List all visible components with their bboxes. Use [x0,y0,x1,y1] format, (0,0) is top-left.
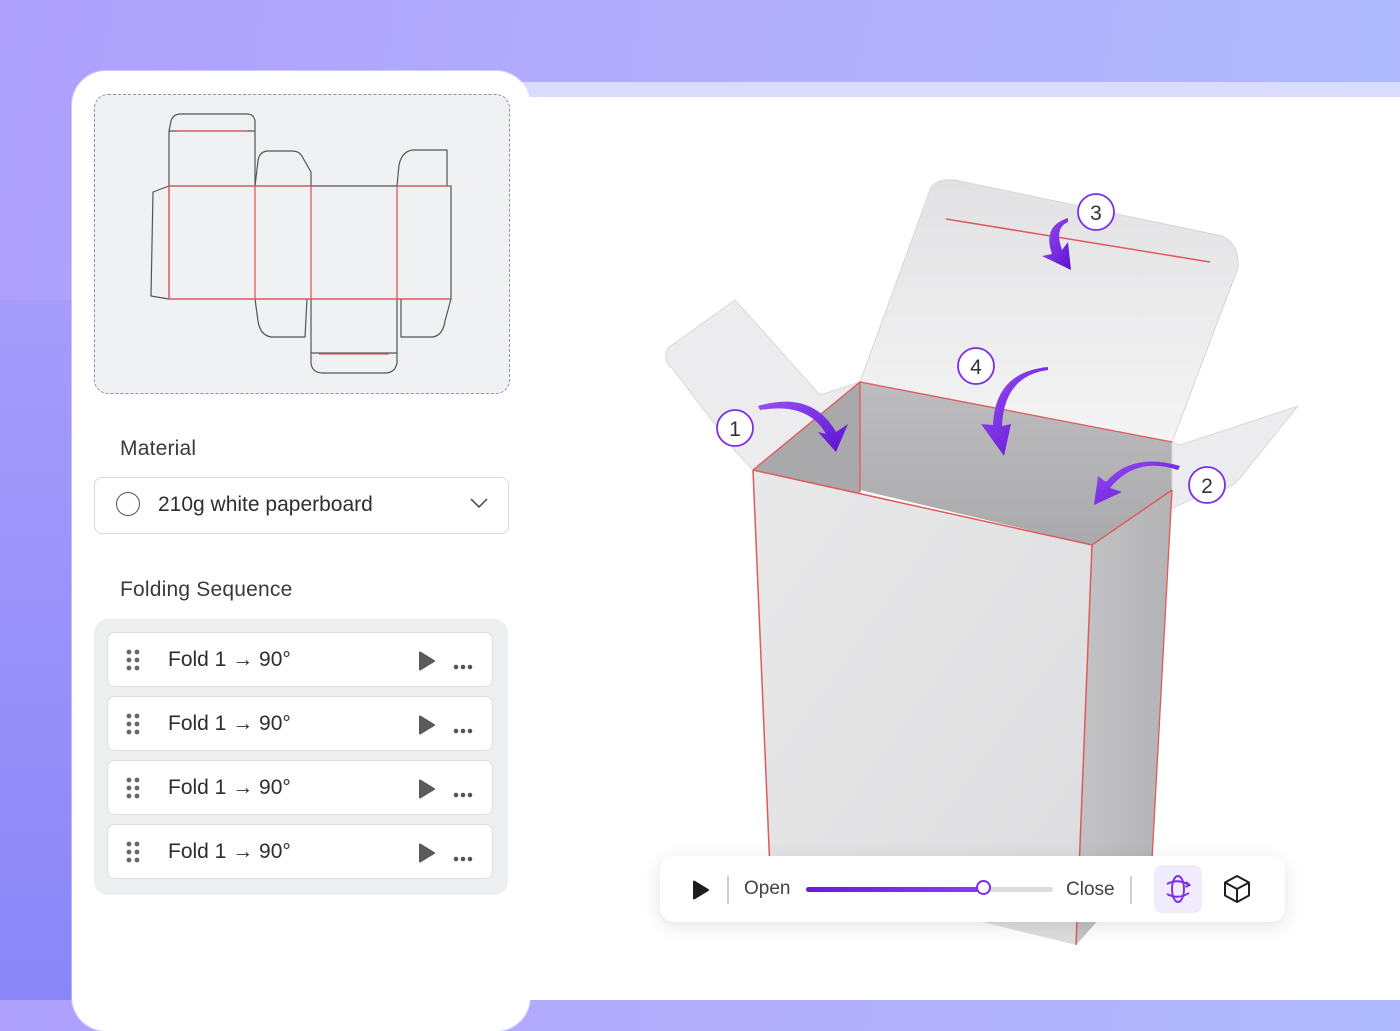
close-label: Close [1066,879,1115,900]
slider-fill [806,887,984,892]
material-select[interactable]: 210g white paperboard [94,477,509,534]
svg-text:1: 1 [729,418,741,441]
drag-grip-icon[interactable] [126,777,140,804]
viewport-header-band [520,82,1400,98]
material-value: 210g white paperboard [158,493,373,516]
play-icon[interactable] [418,779,436,804]
more-icon[interactable] [453,849,473,867]
animation-toolbar: Open Close [660,856,1285,922]
fold-marker-1[interactable]: 1 [716,409,754,447]
drag-grip-icon[interactable] [126,841,140,868]
play-icon[interactable] [692,880,710,905]
dieline-preview[interactable] [94,94,510,394]
play-icon[interactable] [418,715,436,740]
play-icon[interactable] [418,843,436,868]
fold-progress-slider[interactable] [806,880,1053,895]
fold-marker-3[interactable]: 3 [1077,193,1115,231]
folding-sequence-list: Fold 1 → 90° Fold 1 → 90° Fold 1 → 90° F… [94,619,508,895]
side-panel: Material 210g white paperboard Folding S… [72,71,530,1031]
cube-icon[interactable] [1222,873,1252,910]
chevron-down-icon [470,496,488,514]
material-swatch [116,492,140,516]
box-3d-model[interactable]: 1 2 3 4 [640,160,1320,960]
fold-step-item[interactable]: Fold 1 → 90° [107,824,493,879]
toolbar-divider [727,876,729,904]
orbit-icon [1166,875,1192,903]
fold-step-label: Fold 1 → 90° [168,840,291,863]
play-icon[interactable] [418,651,436,676]
more-icon[interactable] [453,721,473,739]
svg-text:4: 4 [970,356,982,379]
fold-step-item[interactable]: Fold 1 → 90° [107,696,493,751]
drag-grip-icon[interactable] [126,649,140,676]
slider-handle[interactable] [975,880,991,895]
svg-text:3: 3 [1090,202,1102,225]
open-label: Open [744,878,791,899]
drag-grip-icon[interactable] [126,713,140,740]
svg-text:2: 2 [1201,475,1213,498]
material-label: Material [120,437,197,460]
fold-step-label: Fold 1 → 90° [168,648,291,671]
fold-step-item[interactable]: Fold 1 → 90° [107,760,493,815]
folding-sequence-label: Folding Sequence [120,578,293,601]
more-icon[interactable] [453,657,473,675]
fold-marker-4[interactable]: 4 [957,347,995,385]
fold-step-label: Fold 1 → 90° [168,776,291,799]
more-icon[interactable] [453,785,473,803]
toolbar-divider [1130,876,1132,904]
dieline-diagram [150,113,452,374]
fold-step-label: Fold 1 → 90° [168,712,291,735]
fold-step-item[interactable]: Fold 1 → 90° [107,632,493,687]
fold-marker-2[interactable]: 2 [1188,466,1226,504]
orbit-view-button[interactable] [1154,865,1202,913]
